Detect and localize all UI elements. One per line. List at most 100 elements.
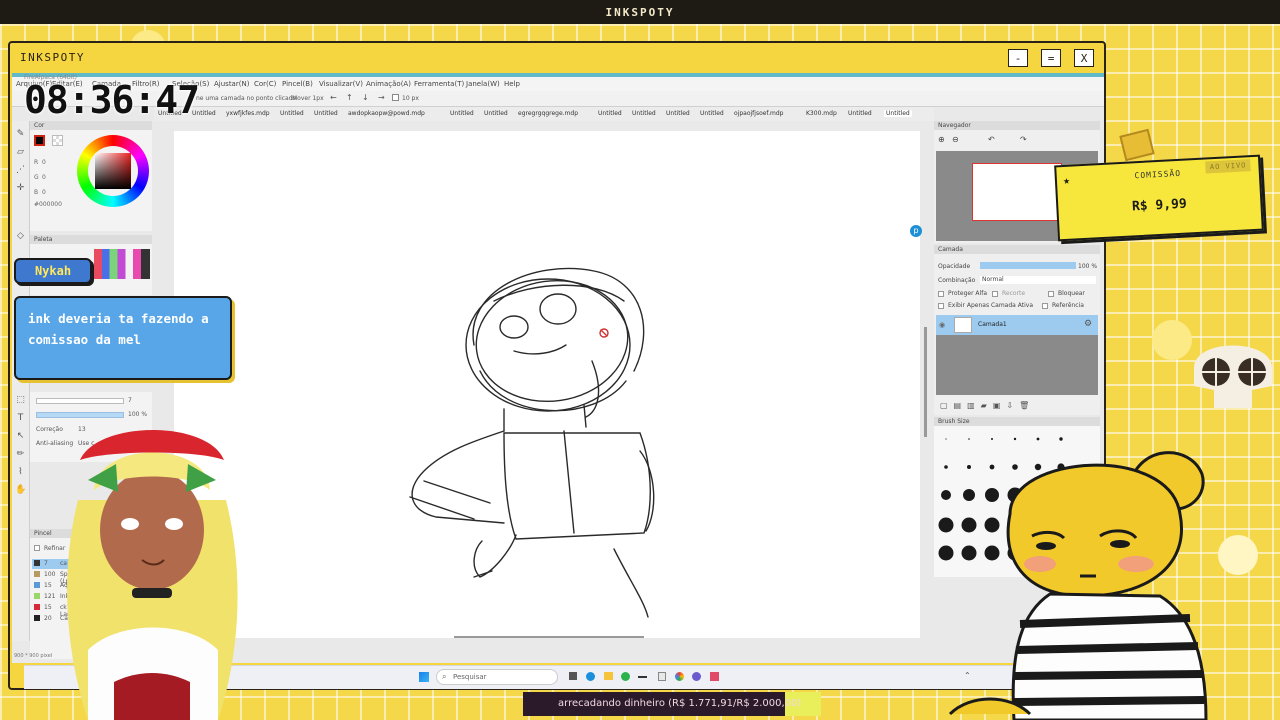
fill-tool-icon[interactable]: ◇ [15, 231, 26, 242]
canvas-size-readout: 900 * 900 pixel [14, 653, 53, 659]
reference-checkbox[interactable] [1042, 303, 1048, 309]
menu-item[interactable]: Ajustar(N) [214, 80, 249, 88]
maximize-button[interactable]: = [1041, 49, 1061, 67]
tab[interactable]: Untitled [484, 110, 508, 117]
app-icon[interactable] [710, 672, 719, 681]
tab[interactable]: Untitled [700, 110, 724, 117]
palette-panel-title: Paleta [30, 235, 152, 244]
tab[interactable]: Untitled [632, 110, 656, 117]
layer-actions[interactable]: ▢▤▥▰▣⇩🗑 [940, 401, 1035, 410]
firealpaca-taskbar-icon[interactable] [658, 672, 666, 681]
tab[interactable]: Untitled [666, 110, 690, 117]
edge-icon[interactable] [586, 672, 595, 681]
layer-row[interactable]: ◉ Camada1 ⚙ [936, 315, 1098, 335]
move-step-select[interactable]: Mover 1px [292, 95, 324, 102]
dot-tool-icon[interactable]: ⋰ [15, 165, 26, 176]
zoom-out-icon[interactable]: ⊖ [952, 135, 959, 144]
brush-swatch [34, 582, 40, 588]
clipping-checkbox[interactable] [992, 291, 998, 297]
move-tool-icon[interactable]: ✛ [15, 183, 26, 194]
text-tool-icon[interactable]: T [15, 413, 26, 424]
arrow-left-icon[interactable]: ← [330, 93, 337, 102]
menu-item[interactable]: Help [504, 80, 520, 88]
rotate-right-icon[interactable]: ↷ [1020, 135, 1027, 144]
arrow-down-icon[interactable]: ↓ [362, 93, 369, 102]
arrow-right-icon[interactable]: → [378, 93, 385, 102]
brush-item-size: 121 [44, 593, 56, 600]
tab[interactable]: Untitled [280, 110, 304, 117]
minimize-button[interactable]: - [1008, 49, 1028, 67]
show-active-checkbox[interactable] [938, 303, 944, 309]
tab[interactable]: ojpaojfjsoef.mdp [734, 110, 783, 117]
eye-icon[interactable]: ◉ [939, 321, 945, 329]
minus-icon[interactable] [638, 676, 647, 678]
menu-item[interactable]: Cor(C) [254, 80, 276, 88]
tool-hint: ne uma camada no ponto clicado [196, 95, 297, 102]
refine-checkbox[interactable] [34, 545, 40, 551]
select-tool-icon[interactable]: ⬚ [15, 395, 26, 406]
menu-item[interactable]: Pincel(B) [282, 80, 313, 88]
palette-swatches[interactable] [94, 249, 150, 279]
pen-tool-icon[interactable]: ✎ [15, 129, 26, 140]
menu-item[interactable]: Animação(A) [366, 80, 411, 88]
task-view-icon[interactable] [569, 672, 577, 680]
primary-color-swatch[interactable] [34, 135, 45, 146]
secondary-color-swatch[interactable] [52, 135, 63, 146]
goal-text: arrecadando dinheiro (R$ 1.771,91/R$ 2.0… [558, 698, 802, 709]
clipping-label: Recorte [1002, 290, 1026, 297]
brush-item-size: 100 [44, 571, 56, 578]
cursor-tool-icon[interactable]: ↖ [15, 431, 26, 442]
tab[interactable]: Untitled [450, 110, 474, 117]
color-panel-title: Cor [30, 121, 152, 130]
tab[interactable]: yxwfjkfes.mdp [226, 110, 270, 117]
hex-value[interactable]: #000000 [34, 201, 62, 208]
app-icon[interactable] [692, 672, 701, 681]
chat-message: ink deveria ta fazendo a comissao da mel [14, 296, 232, 380]
menu-item[interactable]: Janela(W) [466, 80, 500, 88]
taskbar-search[interactable]: ⌕ Pesquisar [436, 669, 558, 685]
spotify-icon[interactable] [621, 672, 630, 681]
brush-swatch [34, 604, 40, 610]
saturation-square[interactable] [95, 153, 131, 189]
vertical-scrollbar[interactable] [924, 327, 927, 437]
tab-active[interactable]: Untitled [884, 110, 912, 117]
layer-name[interactable]: Camada1 [978, 321, 1007, 328]
explorer-icon[interactable] [604, 672, 613, 680]
blend-select[interactable]: Normal [980, 276, 1096, 284]
drawing-canvas[interactable]: p [174, 131, 922, 638]
arrow-up-icon[interactable]: ↑ [346, 93, 353, 102]
tab[interactable]: egregrgqgrege.mdp [518, 110, 578, 117]
windows-start-icon[interactable] [419, 672, 429, 682]
tab[interactable]: Untitled [314, 110, 338, 117]
color-wheel-icon[interactable] [77, 135, 149, 207]
brush-swatch [34, 560, 40, 566]
zoom-in-icon[interactable]: ⊕ [938, 135, 945, 144]
tab[interactable]: awdopkaopw@powd.mdp [348, 110, 425, 117]
lock-checkbox[interactable] [1048, 291, 1054, 297]
eyedropper-tool-icon[interactable]: ⌇ [15, 467, 26, 478]
pencil-tool-icon[interactable]: ✏ [15, 449, 26, 460]
navigator-viewport[interactable] [972, 163, 1062, 221]
rotate-left-icon[interactable]: ↶ [988, 135, 995, 144]
eraser-tool-icon[interactable]: ▱ [15, 147, 26, 158]
chrome-icon[interactable] [675, 672, 684, 681]
layer-opacity-slider[interactable] [980, 262, 1076, 269]
hand-tool-icon[interactable]: ✋ [15, 485, 26, 496]
g-value[interactable]: 0 [42, 174, 46, 181]
tab[interactable]: Untitled [598, 110, 622, 117]
tab[interactable]: K300.mdp [806, 110, 837, 117]
brush-opacity-slider[interactable] [36, 412, 124, 418]
close-button[interactable]: X [1074, 49, 1094, 67]
menu-item[interactable]: Visualizar(V) [319, 80, 363, 88]
floating-action-icon[interactable]: p [910, 225, 922, 237]
gear-icon[interactable]: ⚙ [1084, 319, 1092, 329]
tab[interactable]: Untitled [848, 110, 872, 117]
protect-alpha-checkbox[interactable] [938, 291, 944, 297]
b-value[interactable]: 0 [42, 189, 46, 196]
horizontal-scrollbar[interactable] [454, 636, 644, 638]
menu-item[interactable]: Ferramenta(T) [414, 80, 464, 88]
size-checkbox[interactable] [392, 94, 399, 101]
r-value[interactable]: 0 [42, 159, 46, 166]
brush-size-slider[interactable] [36, 398, 124, 404]
layer-list: ◉ Camada1 ⚙ [936, 315, 1098, 395]
